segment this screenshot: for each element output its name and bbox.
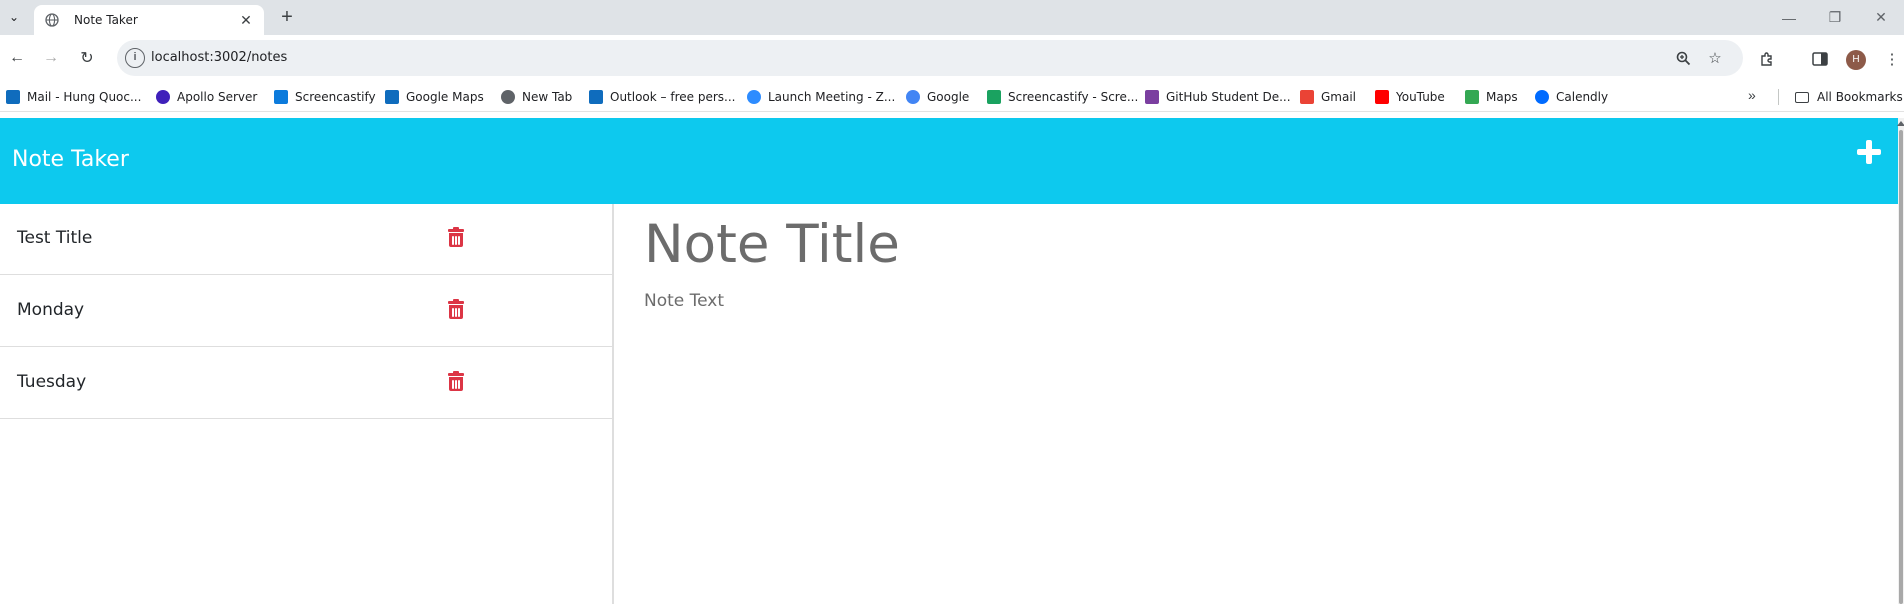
scroll-up-arrow-icon[interactable]: [1897, 121, 1904, 126]
tab-title: Note Taker: [74, 13, 138, 27]
browser-tab[interactable]: Note Taker ✕: [34, 5, 264, 35]
zoom-logo-icon: [747, 90, 761, 104]
note-title-input[interactable]: [644, 214, 1844, 275]
note-editor: [616, 204, 1898, 604]
bookmark-zoom[interactable]: Launch Meeting - Z...: [747, 87, 895, 107]
window-close-icon[interactable]: ✕: [1858, 0, 1904, 35]
bookmark-google-maps[interactable]: Google Maps: [385, 87, 484, 107]
url-text[interactable]: localhost:3002/notes: [151, 50, 287, 65]
bookmark-youtube[interactable]: YouTube: [1375, 87, 1445, 107]
forward-arrow-icon[interactable]: →: [38, 45, 64, 71]
minimize-icon[interactable]: —: [1766, 0, 1812, 35]
tab-search-icon[interactable]: ⌄: [4, 7, 24, 27]
new-note-plus-icon[interactable]: [1855, 138, 1883, 166]
notes-list: Test Title Monday Tuesday: [0, 204, 614, 604]
note-title[interactable]: Test Title: [17, 228, 92, 248]
list-item[interactable]: Tuesday: [0, 348, 612, 419]
reload-icon[interactable]: ↻: [74, 45, 100, 71]
trash-icon[interactable]: [448, 227, 464, 248]
tab-strip: ⌄ Note Taker ✕ + — ❐ ✕: [0, 0, 1904, 35]
apollo-icon: [156, 90, 170, 104]
zoom-icon[interactable]: [1673, 48, 1693, 68]
youtube-icon: [1375, 90, 1389, 104]
note-text-input[interactable]: [644, 291, 1844, 491]
globe-icon: [501, 90, 515, 104]
bookmark-mail[interactable]: Mail - Hung Quoc...: [6, 87, 141, 107]
calendly-icon: [1535, 90, 1549, 104]
extensions-icon[interactable]: [1757, 49, 1777, 69]
site-info-icon[interactable]: i: [125, 48, 145, 68]
github-student-icon: [1145, 90, 1159, 104]
bookmark-gmail[interactable]: Gmail: [1300, 87, 1356, 107]
outlook-icon: [589, 90, 603, 104]
star-icon[interactable]: ☆: [1705, 48, 1725, 68]
browser-toolbar: ← → ↻ i localhost:3002/notes ☆ H ⋮: [0, 35, 1904, 81]
bookmark-calendly[interactable]: Calendly: [1535, 87, 1608, 107]
outlook-icon: [385, 90, 399, 104]
restore-icon[interactable]: ❐: [1812, 0, 1858, 35]
screencastify-icon: [987, 90, 1001, 104]
trash-icon[interactable]: [448, 299, 464, 320]
chevron-double-right-icon[interactable]: »: [1748, 87, 1756, 103]
app-brand[interactable]: Note Taker: [12, 147, 129, 172]
bookmark-outlook[interactable]: Outlook – free pers...: [589, 87, 735, 107]
bookmark-maps[interactable]: Maps: [1465, 87, 1518, 107]
address-bar[interactable]: i localhost:3002/notes ☆: [117, 40, 1743, 76]
side-panel-icon[interactable]: [1810, 49, 1830, 69]
new-tab-plus-icon[interactable]: +: [275, 5, 299, 29]
outlook-icon: [6, 90, 20, 104]
back-arrow-icon[interactable]: ←: [4, 45, 30, 71]
note-title[interactable]: Tuesday: [17, 372, 86, 392]
folder-icon: [1795, 91, 1809, 103]
list-item[interactable]: Monday: [0, 276, 612, 347]
maps-icon: [1465, 90, 1479, 104]
bookmark-github-student[interactable]: GitHub Student De...: [1145, 87, 1291, 107]
app-navbar: Note Taker: [0, 118, 1898, 204]
bookmark-apollo[interactable]: Apollo Server: [156, 87, 257, 107]
bookmark-new-tab[interactable]: New Tab: [501, 87, 572, 107]
globe-icon: [44, 12, 60, 28]
gmail-icon: [1300, 90, 1314, 104]
bookmarks-bar: Mail - Hung Quoc... Apollo Server Screen…: [0, 81, 1904, 112]
bing-icon: [274, 90, 288, 104]
profile-avatar[interactable]: H: [1846, 50, 1866, 70]
all-bookmarks-button[interactable]: All Bookmarks: [1795, 87, 1903, 107]
close-icon[interactable]: ✕: [238, 12, 254, 29]
trash-icon[interactable]: [448, 371, 464, 392]
bookmarks-divider: [1778, 89, 1779, 105]
bookmark-screencastify[interactable]: Screencastify: [274, 87, 376, 107]
note-title[interactable]: Monday: [17, 300, 84, 320]
list-item[interactable]: Test Title: [0, 204, 612, 275]
scrollbar-thumb[interactable]: [1899, 130, 1903, 604]
kebab-menu-icon[interactable]: ⋮: [1882, 49, 1902, 69]
bookmark-screencastify-2[interactable]: Screencastify - Scre...: [987, 87, 1138, 107]
bookmark-google[interactable]: Google: [906, 87, 969, 107]
page-viewport: Note Taker Test Title Monday Tuesday: [0, 118, 1898, 604]
google-icon: [906, 90, 920, 104]
window-controls: — ❐ ✕: [1766, 0, 1904, 35]
